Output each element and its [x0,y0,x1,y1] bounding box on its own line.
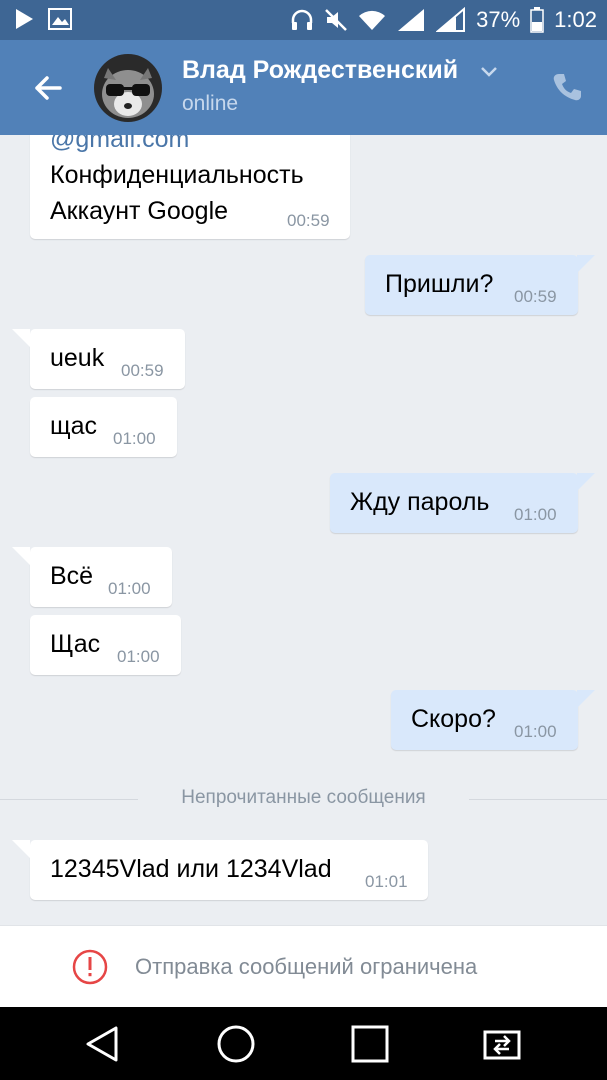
messaging-restricted-bar: Отправка сообщений ограничена [0,925,607,1008]
message-time: 01:00 [113,429,156,448]
message-text: 12345Vlad или 1234Vlad [50,855,332,883]
contact-status: online [182,92,239,115]
message-text: щас [50,412,97,440]
nav-recents-icon[interactable] [350,1024,390,1064]
message-bubble[interactable]: Скоро? 01:00 [391,690,578,750]
system-nav-bar [0,1007,607,1080]
signal-icon [398,9,425,31]
message-time: 00:59 [514,287,557,306]
chat-header: Влад Рождественский online [0,40,607,135]
bubble-tail [577,473,595,491]
message-line-email[interactable]: @gmail.com [50,135,189,154]
message-text: Пришли? [385,270,494,298]
message-list[interactable]: @gmail.com Конфиденциальность Аккаунт Go… [0,135,607,925]
message-bubble[interactable]: Пришли? 00:59 [365,255,578,315]
nav-home-icon[interactable] [216,1024,256,1064]
message-text: Скоро? [411,705,496,733]
alert-icon [72,949,108,985]
message-bubble[interactable]: щас 01:00 [30,397,177,457]
avatar[interactable] [94,54,162,122]
message-time: 01:00 [514,505,557,524]
bubble-tail [577,690,595,708]
message-bubble[interactable]: 12345Vlad или 1234Vlad 01:01 [30,840,428,900]
status-bar: 37% 1:02 [0,0,607,40]
restricted-message: Отправка сообщений ограничена [135,954,478,979]
message-bubble[interactable]: @gmail.com Конфиденциальность Аккаунт Go… [30,135,350,239]
bubble-tail [12,329,30,347]
headphones-icon [291,9,313,30]
message-time: 01:00 [117,647,160,666]
image-icon [48,8,72,30]
message-bubble[interactable]: ueuk 00:59 [30,329,185,389]
phone-icon[interactable] [552,72,582,102]
message-text: Всё [50,562,94,590]
play-icon [16,9,33,29]
clock: 1:02 [554,7,597,32]
signal-icon [436,7,466,32]
chevron-down-icon[interactable] [480,66,498,78]
contact-name[interactable]: Влад Рождественский [182,56,458,85]
divider [469,799,607,800]
message-text: Жду пароль [350,488,490,516]
battery-percent: 37% [476,7,521,32]
bubble-tail [12,547,30,565]
message-bubble[interactable]: Жду пароль 01:00 [330,473,578,533]
message-time: 01:01 [365,872,408,891]
message-time: 00:59 [121,361,164,380]
nav-back-icon[interactable] [82,1024,122,1064]
unread-separator: Непрочитанные сообщения [0,787,607,811]
back-arrow-icon[interactable] [30,70,66,106]
screen-rotate-icon[interactable] [482,1024,522,1064]
message-text: Щас [50,630,101,658]
wifi-icon [359,10,386,30]
message-line: Аккаунт Google [50,197,229,225]
message-bubble[interactable]: Щас 01:00 [30,615,181,675]
bubble-tail [12,840,30,858]
message-line: Конфиденциальность [50,161,304,189]
mute-icon [325,9,348,31]
bubble-tail [577,255,595,273]
message-time: 01:00 [108,579,151,598]
message-time: 01:00 [514,722,557,741]
message-text: ueuk [50,344,105,372]
unread-label: Непрочитанные сообщения [181,787,426,808]
message-time: 00:59 [287,211,330,230]
battery-icon [530,7,544,33]
message-bubble[interactable]: Всё 01:00 [30,547,172,607]
